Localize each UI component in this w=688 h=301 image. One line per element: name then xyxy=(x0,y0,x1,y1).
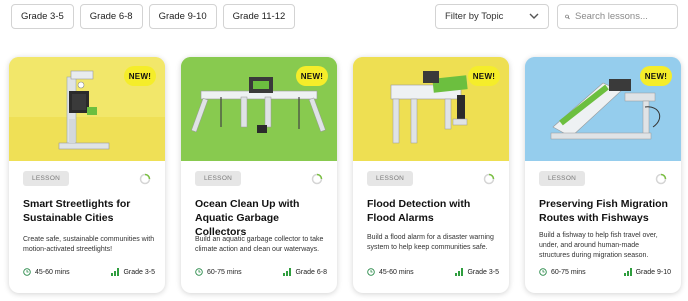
topic-filter-label: Filter by Topic xyxy=(445,11,504,22)
card-title: Flood Detection with Flood Alarms xyxy=(367,198,471,224)
grade-bars-icon xyxy=(455,268,464,276)
lesson-tag: LESSON xyxy=(367,171,414,186)
grade-11-12-chip[interactable]: Grade 11-12 xyxy=(222,4,296,29)
card-title: Smart Streetlights for Sustainable Citie… xyxy=(23,198,131,224)
card-description: Build a flood alarm for a disaster warni… xyxy=(367,234,494,251)
lesson-card[interactable]: NEW! LESSON Flood Detection with Flood A… xyxy=(353,57,509,293)
new-badge: NEW! xyxy=(124,66,156,86)
grade-3-5-chip[interactable]: Grade 3-5 xyxy=(11,4,74,29)
card-description: Create safe, sustainable communities wit… xyxy=(23,236,155,253)
duration: 60-75 mins xyxy=(207,268,242,276)
new-badge: NEW! xyxy=(640,66,672,86)
card-meta: 45-60 mins Grade 3-5 xyxy=(367,268,499,276)
card-image: NEW! xyxy=(9,57,165,161)
chevron-down-icon xyxy=(529,13,539,19)
progress-ring-icon xyxy=(311,173,323,184)
grade-level: Grade 6-8 xyxy=(295,268,327,276)
clock-icon xyxy=(539,268,547,276)
grade-level: Grade 3-5 xyxy=(467,268,499,276)
clock-icon xyxy=(195,268,203,276)
new-badge: NEW! xyxy=(296,66,328,86)
duration: 45-60 mins xyxy=(35,268,70,276)
new-badge: NEW! xyxy=(468,66,500,86)
card-meta: 60-75 mins Grade 9-10 xyxy=(539,268,671,276)
card-meta: 60-75 mins Grade 6-8 xyxy=(195,268,327,276)
progress-ring-icon xyxy=(139,173,151,184)
card-description: Build a fishway to help fish travel over… xyxy=(539,232,658,259)
grade-bars-icon xyxy=(111,268,120,276)
card-description: Build an aquatic garbage collector to ta… xyxy=(195,236,324,253)
duration: 45-60 mins xyxy=(379,268,414,276)
grade-9-10-chip[interactable]: Grade 9-10 xyxy=(148,4,217,29)
card-title: Preserving Fish Migration Routes with Fi… xyxy=(539,198,668,224)
grade-level: Grade 3-5 xyxy=(123,268,155,276)
card-image: NEW! xyxy=(353,57,509,161)
search-icon xyxy=(565,14,570,19)
lesson-card[interactable]: NEW! LESSON Ocean Clean Up with Aquatic … xyxy=(181,57,337,293)
lesson-tag: LESSON xyxy=(195,171,242,186)
clock-icon xyxy=(23,268,31,276)
grade-bars-icon xyxy=(283,268,292,276)
lesson-card[interactable]: NEW! LESSON Preserving Fish Migration Ro… xyxy=(525,57,681,293)
grade-6-8-chip[interactable]: Grade 6-8 xyxy=(79,4,143,29)
card-image: NEW! xyxy=(181,57,337,161)
lesson-tag: LESSON xyxy=(539,171,586,186)
duration: 60-75 mins xyxy=(551,268,586,276)
card-tag-row: LESSON xyxy=(23,171,151,186)
card-tag-row: LESSON xyxy=(539,171,667,186)
progress-ring-icon xyxy=(483,173,495,184)
grade-level: Grade 9-10 xyxy=(635,268,671,276)
lesson-card[interactable]: NEW! LESSON Smart Streetlights for Susta… xyxy=(9,57,165,293)
card-tag-row: LESSON xyxy=(195,171,323,186)
grade-filters: Grade 3-5 Grade 6-8 Grade 9-10 Grade 11-… xyxy=(11,4,296,29)
search-box[interactable] xyxy=(557,4,678,29)
card-meta: 45-60 mins Grade 3-5 xyxy=(23,268,155,276)
card-title: Ocean Clean Up with Aquatic Garbage Coll… xyxy=(195,198,300,238)
search-input[interactable] xyxy=(575,11,670,22)
card-tag-row: LESSON xyxy=(367,171,495,186)
lesson-cards: NEW! LESSON Smart Streetlights for Susta… xyxy=(9,57,681,293)
lesson-tag: LESSON xyxy=(23,171,70,186)
clock-icon xyxy=(367,268,375,276)
grade-bars-icon xyxy=(623,268,632,276)
progress-ring-icon xyxy=(655,173,667,184)
card-image: NEW! xyxy=(525,57,681,161)
topic-filter-select[interactable]: Filter by Topic xyxy=(435,4,549,29)
